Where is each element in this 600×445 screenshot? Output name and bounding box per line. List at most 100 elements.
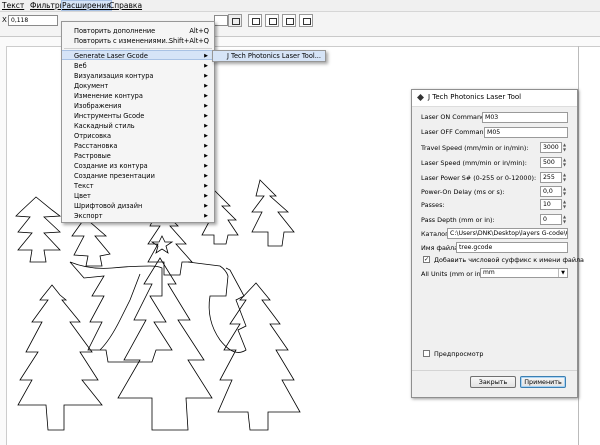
units-label: All Units (mm or in):: [421, 270, 486, 278]
travel-speed-input[interactable]: 3000: [540, 142, 562, 153]
app-icon: [417, 94, 424, 101]
laser-power-input[interactable]: 255: [540, 172, 562, 183]
menu-item-cascading-style[interactable]: Каскадный стиль ▶: [62, 121, 214, 131]
filename-label: Имя файла:: [421, 244, 461, 252]
travel-speed-label: Travel Speed (mm/min or in/min):: [421, 144, 529, 152]
menu-item-repeat[interactable]: Повторить дополнение Alt+Q: [62, 26, 214, 36]
menu-item-label: Каскадный стиль: [74, 122, 135, 130]
passes-spinner-icon[interactable]: ▲ ▼: [563, 199, 568, 210]
snap-button-2-icon[interactable]: [265, 14, 279, 27]
pass-depth-input[interactable]: 0: [540, 214, 562, 225]
suffix-checkbox[interactable]: ✓: [423, 256, 430, 263]
menu-item-label: J Tech Photonics Laser Tool...: [227, 52, 321, 60]
submenu-arrow-icon: ▶: [204, 203, 208, 209]
menu-item-label: Растровые: [74, 152, 111, 160]
units-select[interactable]: mm ▼: [480, 268, 568, 278]
menu-item-label: Шрифтовой дизайн: [74, 202, 143, 210]
laser-speed-spinner-icon[interactable]: ▲ ▼: [563, 157, 568, 168]
submenu-arrow-icon: ▶: [204, 63, 208, 69]
units-dropdown-icon[interactable]: [228, 14, 242, 27]
menu-item-generate-laser-gcode[interactable]: Generate Laser Gcode ▶: [62, 50, 214, 60]
filename-input[interactable]: tree.gcode: [456, 242, 568, 253]
submenu-arrow-icon: ▶: [204, 53, 208, 59]
tree-shape: [17, 284, 103, 431]
laser-power-spinner-icon[interactable]: ▲ ▼: [563, 172, 568, 183]
menu-item-repeat-with-changes[interactable]: Повторить с изменениями... Shift+Alt+Q: [62, 36, 214, 46]
laser-off-label: Laser OFF Command:: [421, 128, 490, 136]
snap-button-1-icon[interactable]: [248, 14, 262, 27]
menu-item-jtech-laser-tool[interactable]: J Tech Photonics Laser Tool...: [213, 51, 325, 61]
close-button[interactable]: Закрыть: [470, 376, 516, 388]
dialog-title: J Tech Photonics Laser Tool: [428, 93, 522, 101]
menu-item-generate-from-path[interactable]: Создание из контура ▶: [62, 161, 214, 171]
menu-text[interactable]: Текст: [2, 1, 24, 10]
menu-item-text[interactable]: Текст ▶: [62, 181, 214, 191]
dialog-titlebar[interactable]: J Tech Photonics Laser Tool: [412, 90, 577, 107]
menu-extensions[interactable]: Расширения: [61, 0, 112, 11]
menu-item-render[interactable]: Отрисовка ▶: [62, 131, 214, 141]
menu-item-path-visualization[interactable]: Визуализация контура ▶: [62, 71, 214, 81]
menu-item-label: Повторить дополнение: [74, 27, 156, 35]
menu-item-label: Отрисовка: [74, 132, 112, 140]
menu-item-label: Веб: [74, 62, 87, 70]
pass-depth-spinner-icon[interactable]: ▲ ▼: [563, 214, 568, 225]
directory-input[interactable]: C:\Users\DNK\Desktop\layers G-code\G-c: [447, 228, 568, 239]
menu-separator: [64, 48, 212, 49]
menu-item-modify-path[interactable]: Изменение контура ▶: [62, 91, 214, 101]
submenu-arrow-icon: ▶: [204, 83, 208, 89]
menu-item-raster[interactable]: Растровые ▶: [62, 151, 214, 161]
tree-shape: [150, 235, 174, 254]
travel-speed-spinner-icon[interactable]: ▲ ▼: [563, 142, 568, 153]
x-coordinate-input[interactable]: 0,118: [8, 15, 58, 26]
power-on-delay-input[interactable]: 0,0: [540, 186, 562, 197]
submenu-arrow-icon: ▶: [204, 193, 208, 199]
menu-item-web[interactable]: Веб ▶: [62, 61, 214, 71]
menu-filters[interactable]: Фильтры: [30, 1, 66, 10]
menu-item-label: Инструменты Gcode: [74, 112, 145, 120]
snap-button-3-icon[interactable]: [282, 14, 296, 27]
menu-item-label: Повторить с изменениями...: [74, 37, 173, 45]
laser-power-label: Laser Power S# (0-255 or 0-12000):: [421, 174, 537, 182]
menu-help[interactable]: Справка: [109, 1, 142, 10]
apply-button[interactable]: Применить: [520, 376, 566, 388]
power-on-delay-spinner-icon[interactable]: ▲ ▼: [563, 186, 568, 197]
submenu-arrow-icon: ▶: [204, 183, 208, 189]
passes-input[interactable]: 10: [540, 199, 562, 210]
menu-item-shortcut: Alt+Q: [189, 27, 209, 35]
submenu-arrow-icon: ▶: [204, 173, 208, 179]
units-input[interactable]: [214, 15, 228, 26]
menu-item-typography[interactable]: Шрифтовой дизайн ▶: [62, 201, 214, 211]
submenu-arrow-icon: ▶: [204, 93, 208, 99]
menu-item-images[interactable]: Изображения ▶: [62, 101, 214, 111]
tree-shape: [187, 261, 247, 353]
tree-shape: [217, 282, 301, 431]
submenu-arrow-icon: ▶: [204, 123, 208, 129]
laser-on-input[interactable]: M03: [482, 112, 568, 123]
submenu-arrow-icon: ▶: [204, 153, 208, 159]
menu-item-gcode-tools[interactable]: Инструменты Gcode ▶: [62, 111, 214, 121]
preview-checkbox[interactable]: [423, 350, 430, 357]
passes-label: Passes:: [421, 201, 445, 209]
laser-tool-dialog: J Tech Photonics Laser Tool Laser ON Com…: [411, 89, 584, 398]
submenu-arrow-icon: ▶: [204, 213, 208, 219]
tree-shape: [15, 196, 62, 263]
menu-item-label: Визуализация контура: [74, 72, 154, 80]
chevron-down-icon: ▼: [558, 269, 567, 277]
menu-item-document[interactable]: Документ ▶: [62, 81, 214, 91]
menu-item-label: Текст: [74, 182, 94, 190]
menu-item-arrange[interactable]: Расстановка ▶: [62, 141, 214, 151]
submenu-arrow-icon: ▶: [204, 163, 208, 169]
laser-speed-input[interactable]: 500: [540, 157, 562, 168]
menu-item-export[interactable]: Экспорт ▶: [62, 211, 214, 221]
menu-item-shortcut: Shift+Alt+Q: [168, 37, 209, 45]
units-select-value: mm: [483, 269, 495, 276]
laser-off-input[interactable]: M05: [484, 127, 568, 138]
submenu-arrow-icon: ▶: [204, 133, 208, 139]
menu-item-label: Расстановка: [74, 142, 118, 150]
menu-item-color[interactable]: Цвет ▶: [62, 191, 214, 201]
x-label: X: [2, 16, 7, 24]
menu-item-presentation[interactable]: Создание презентации ▶: [62, 171, 214, 181]
menu-item-label: Цвет: [74, 192, 91, 200]
pass-depth-label: Pass Depth (mm or in):: [421, 216, 495, 224]
snap-button-4-icon[interactable]: [299, 14, 313, 27]
